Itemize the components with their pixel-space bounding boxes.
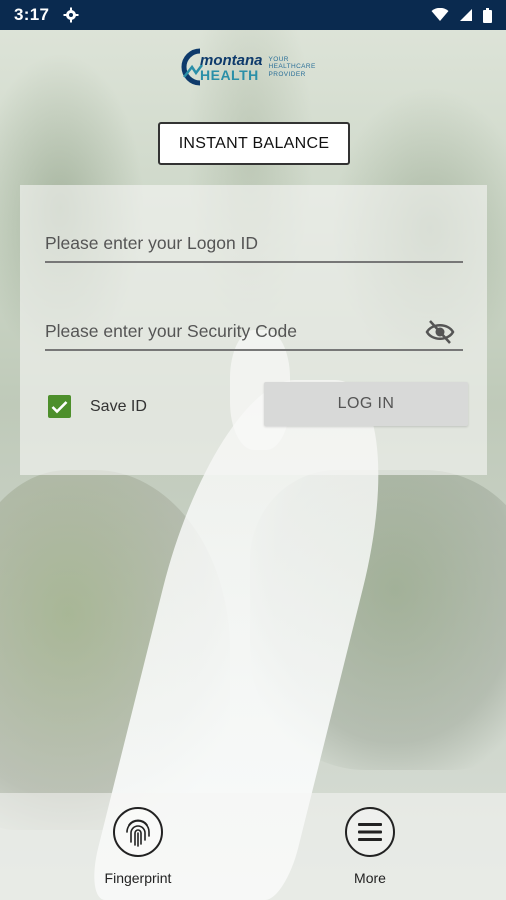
security-code-input[interactable] [45,320,463,342]
status-bar: 3:17 [0,0,506,30]
fingerprint-button[interactable]: Fingerprint [98,807,178,886]
gear-icon [63,7,79,23]
menu-icon [358,823,382,841]
app-logo: montana HEALTH YOUR HEALTHCARE PROVIDER [180,42,330,92]
save-id-checkbox[interactable]: Save ID [48,395,147,418]
more-button[interactable]: More [330,807,410,886]
checkbox-checked-icon[interactable] [48,395,71,418]
logo-tagline-1: YOUR [268,55,289,63]
more-label: More [354,870,386,886]
save-id-label: Save ID [90,397,147,415]
login-panel: Save ID LOG IN [20,185,487,475]
visibility-off-icon[interactable] [425,319,455,345]
logo-tagline-3: PROVIDER [268,70,306,78]
fingerprint-label: Fingerprint [104,870,172,886]
instant-balance-button[interactable]: INSTANT BALANCE [158,122,350,165]
log-in-button[interactable]: LOG IN [264,382,468,426]
logo-brand-line2: HEALTH [200,66,259,83]
bottom-bar: Fingerprint More [0,793,506,900]
security-code-field [45,313,463,351]
signal-icon [460,9,472,21]
logon-id-input[interactable] [45,232,463,254]
logo-tagline-2: HEALTHCARE [268,63,316,71]
status-time: 3:17 [14,5,50,24]
logo-brand-line1: montana [200,51,263,69]
battery-icon [483,7,492,23]
wifi-icon [431,8,449,21]
fingerprint-icon [126,819,150,847]
logon-id-field [45,225,463,263]
